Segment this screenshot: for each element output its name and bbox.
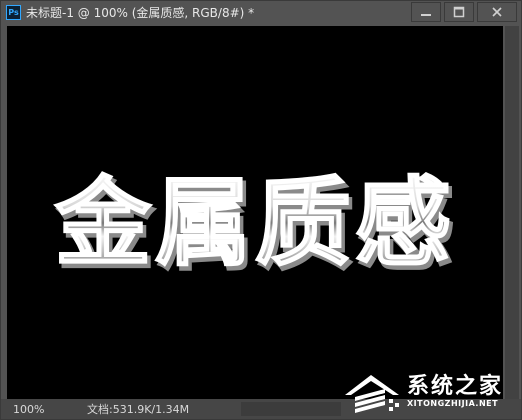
watermark-text: 系统之家 XITONGZHIJIA.NET [407,376,503,409]
watermark-cn: 系统之家 [407,374,504,400]
zoom-value: 100% [13,402,45,416]
horizontal-scrollbar[interactable] [241,402,341,416]
metal-text: 金属质感 [54,167,455,279]
canvas[interactable]: 金属质感 金属质感 [7,26,503,399]
window-controls [411,2,517,22]
watermark-en: XITONGZHIJIA.NET [407,399,499,409]
maximize-button[interactable] [444,2,474,22]
title-bar[interactable]: Ps 未标题-1 @ 100% (金属质感, RGB/8#) * [1,1,521,24]
maximize-icon [453,6,465,18]
house-logo-icon [345,375,399,413]
document-window: Ps 未标题-1 @ 100% (金属质感, RGB/8#) * 金属质感 金属… [0,0,522,420]
document-title: 未标题-1 @ 100% (金属质感, RGB/8#) * [26,6,255,20]
close-icon [492,7,502,17]
metal-text-artwork: 金属质感 金属质感 [53,166,456,285]
app-icon-label: Ps [8,7,19,17]
close-button[interactable] [477,2,517,22]
zoom-level-field[interactable]: 100% [5,400,51,418]
minimize-button[interactable] [411,2,441,22]
vertical-scrollbar[interactable] [505,26,519,399]
photoshop-app-icon: Ps [6,5,21,20]
minimize-icon [421,14,431,16]
document-size-info[interactable]: 文档:531.9K/1.34M [87,401,237,417]
site-watermark: 系统之家 XITONGZHIJIA.NET [341,369,521,417]
